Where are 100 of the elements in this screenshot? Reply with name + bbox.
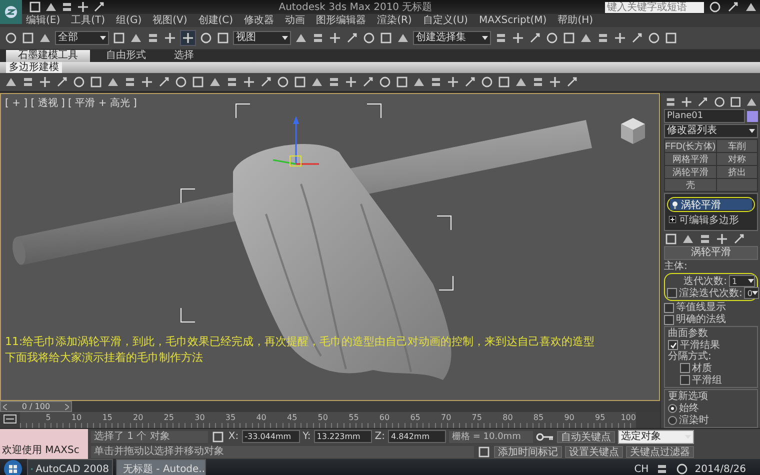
- tool-icon[interactable]: [494, 31, 508, 45]
- menu-item[interactable]: 帮助(H): [558, 14, 594, 27]
- tool-icon[interactable]: [511, 31, 525, 45]
- tool-icon[interactable]: [140, 75, 154, 89]
- viewport-label[interactable]: [ + ] [ 透视 ] [ 平滑 + 高光 ]: [5, 96, 137, 110]
- viewcube-icon[interactable]: [621, 118, 645, 144]
- menu-item[interactable]: 自定义(U): [422, 14, 468, 27]
- ribbon-tab[interactable]: 选择: [162, 50, 206, 62]
- checkbox[interactable]: [664, 302, 674, 312]
- tool-icon[interactable]: [562, 31, 576, 45]
- menu-item[interactable]: 创建(C): [198, 14, 234, 27]
- tool-icon[interactable]: [123, 75, 137, 89]
- tool-icon[interactable]: [429, 75, 443, 89]
- menu-item[interactable]: 图形编辑器: [316, 14, 366, 27]
- tool-icon[interactable]: [344, 75, 358, 89]
- menu-item[interactable]: MAXScript(M): [478, 14, 547, 27]
- stack-item[interactable]: 可编辑多边形: [667, 214, 755, 225]
- tool-icon[interactable]: [497, 75, 511, 89]
- rollout-header[interactable]: 涡轮平滑: [664, 246, 758, 260]
- tool-icon[interactable]: [680, 94, 694, 108]
- tool-icon[interactable]: [712, 94, 726, 108]
- spinner-field[interactable]: 0: [744, 287, 760, 299]
- selection-filter-dropdown[interactable]: 全部: [55, 31, 109, 45]
- tool-icon[interactable]: [630, 31, 644, 45]
- perspective-viewport[interactable]: [ + ] [ 透视 ] [ 平滑 + 高光 ] 11:给毛巾添加涡轮平滑，到此，毛巾效果已经完成，再次提醒，毛巾的造型由自己对动画的控制，来到达自己喜欢的造型 下面我将给大家演示挂着的毛巾制作方法: [0, 93, 660, 401]
- tool-icon[interactable]: [696, 94, 710, 108]
- start-orb-icon[interactable]: [2, 459, 24, 475]
- tool-icon[interactable]: [728, 94, 742, 108]
- tool-icon[interactable]: [328, 31, 342, 45]
- set-key-button[interactable]: 设置关键点: [565, 446, 623, 458]
- tool-icon[interactable]: [327, 75, 341, 89]
- tool-icon[interactable]: [60, 0, 74, 14]
- modifier-button[interactable]: 挤出: [716, 166, 757, 178]
- tool-icon[interactable]: [531, 75, 545, 89]
- modifier-stack[interactable]: 涡轮平滑 可编辑多边形: [664, 193, 758, 231]
- tool-icon[interactable]: [89, 75, 103, 89]
- tool-icon[interactable]: [225, 75, 239, 89]
- tool-icon[interactable]: [92, 0, 106, 14]
- tool-icon[interactable]: [311, 31, 325, 45]
- ribbon-tab[interactable]: 石墨建模工具: [6, 50, 90, 62]
- radio-button[interactable]: [668, 416, 677, 424]
- modifier-button[interactable]: 车削: [716, 140, 757, 152]
- menu-item[interactable]: 渲染(R): [377, 14, 412, 27]
- menu-item[interactable]: 组(G): [116, 14, 142, 27]
- tool-icon[interactable]: [395, 75, 409, 89]
- ribbon-panel-tab[interactable]: 多边形建模: [6, 62, 62, 73]
- taskbar-button[interactable]: AutoCAD 2008: [27, 459, 113, 475]
- lightbulb-icon[interactable]: [672, 200, 678, 208]
- tool-icon[interactable]: [293, 75, 307, 89]
- tool-icon[interactable]: [548, 75, 562, 89]
- tool-icon[interactable]: [21, 75, 35, 89]
- tool-icon[interactable]: [21, 31, 35, 45]
- tool-icon[interactable]: [379, 31, 393, 45]
- tool-icon[interactable]: [463, 75, 477, 89]
- modifier-button[interactable]: 对称: [716, 153, 757, 165]
- menu-item[interactable]: 动画: [285, 14, 306, 27]
- tool-icon[interactable]: [276, 75, 290, 89]
- key-mode-dropdown[interactable]: 选定对象: [618, 430, 694, 444]
- named-selection-dropdown[interactable]: 创建选择集: [413, 31, 491, 45]
- tool-icon[interactable]: [664, 31, 678, 45]
- tool-icon[interactable]: [565, 75, 579, 89]
- tool-icon[interactable]: [146, 31, 160, 45]
- tool-icon[interactable]: [647, 31, 661, 45]
- add-time-tag-button[interactable]: 添加时间标记: [494, 446, 562, 458]
- tool-icon[interactable]: [76, 0, 90, 14]
- time-slider-thumb[interactable]: 0 / 100: [0, 401, 72, 412]
- tool-icon[interactable]: [715, 232, 729, 246]
- maxscript-listener[interactable]: 欢迎使用 MAXSc: [0, 429, 88, 459]
- tool-icon[interactable]: [157, 75, 171, 89]
- modifier-list-dropdown[interactable]: 修改器列表: [664, 124, 758, 138]
- tool-icon[interactable]: [259, 75, 273, 89]
- ribbon-tab[interactable]: 自由形式: [94, 50, 158, 62]
- coordinate-field[interactable]: 4.842mm: [388, 430, 446, 443]
- tool-icon[interactable]: [528, 31, 542, 45]
- timeline-ruler[interactable]: 5 10 15 20 25 30 35 40 45 50 55 60 65 70 75 80 85 90 95 100: [20, 412, 636, 428]
- tool-icon[interactable]: [613, 31, 627, 45]
- tool-icon[interactable]: [4, 31, 18, 45]
- key-icon[interactable]: [536, 432, 554, 442]
- object-name-field[interactable]: Plane01: [664, 109, 745, 123]
- tool-icon[interactable]: [446, 75, 460, 89]
- app-logo-icon[interactable]: [0, 0, 22, 24]
- tool-icon[interactable]: [112, 31, 126, 45]
- menu-item[interactable]: 视图(V): [152, 14, 188, 27]
- modifier-button[interactable]: 涡轮平滑: [665, 166, 716, 178]
- tool-icon[interactable]: [242, 75, 256, 89]
- tool-icon[interactable]: [362, 31, 376, 45]
- key-filters-button[interactable]: 关键点过滤器: [626, 446, 694, 458]
- tool-icon[interactable]: [174, 75, 188, 89]
- checkbox[interactable]: [680, 375, 690, 385]
- tool-icon[interactable]: [361, 75, 375, 89]
- tool-icon[interactable]: [480, 75, 494, 89]
- checkbox[interactable]: [668, 340, 678, 350]
- modifier-button[interactable]: FFD(长方体): [665, 140, 716, 152]
- auto-key-button[interactable]: 自动关键点: [557, 430, 615, 442]
- menu-item[interactable]: 修改器: [244, 14, 274, 27]
- stack-item[interactable]: 涡轮平滑: [670, 199, 752, 210]
- coordinate-field[interactable]: -33.044mm: [242, 430, 300, 443]
- spinner-field[interactable]: 1: [729, 275, 755, 287]
- checkbox[interactable]: [664, 314, 674, 324]
- clock-date[interactable]: 2014/8/26: [694, 464, 746, 474]
